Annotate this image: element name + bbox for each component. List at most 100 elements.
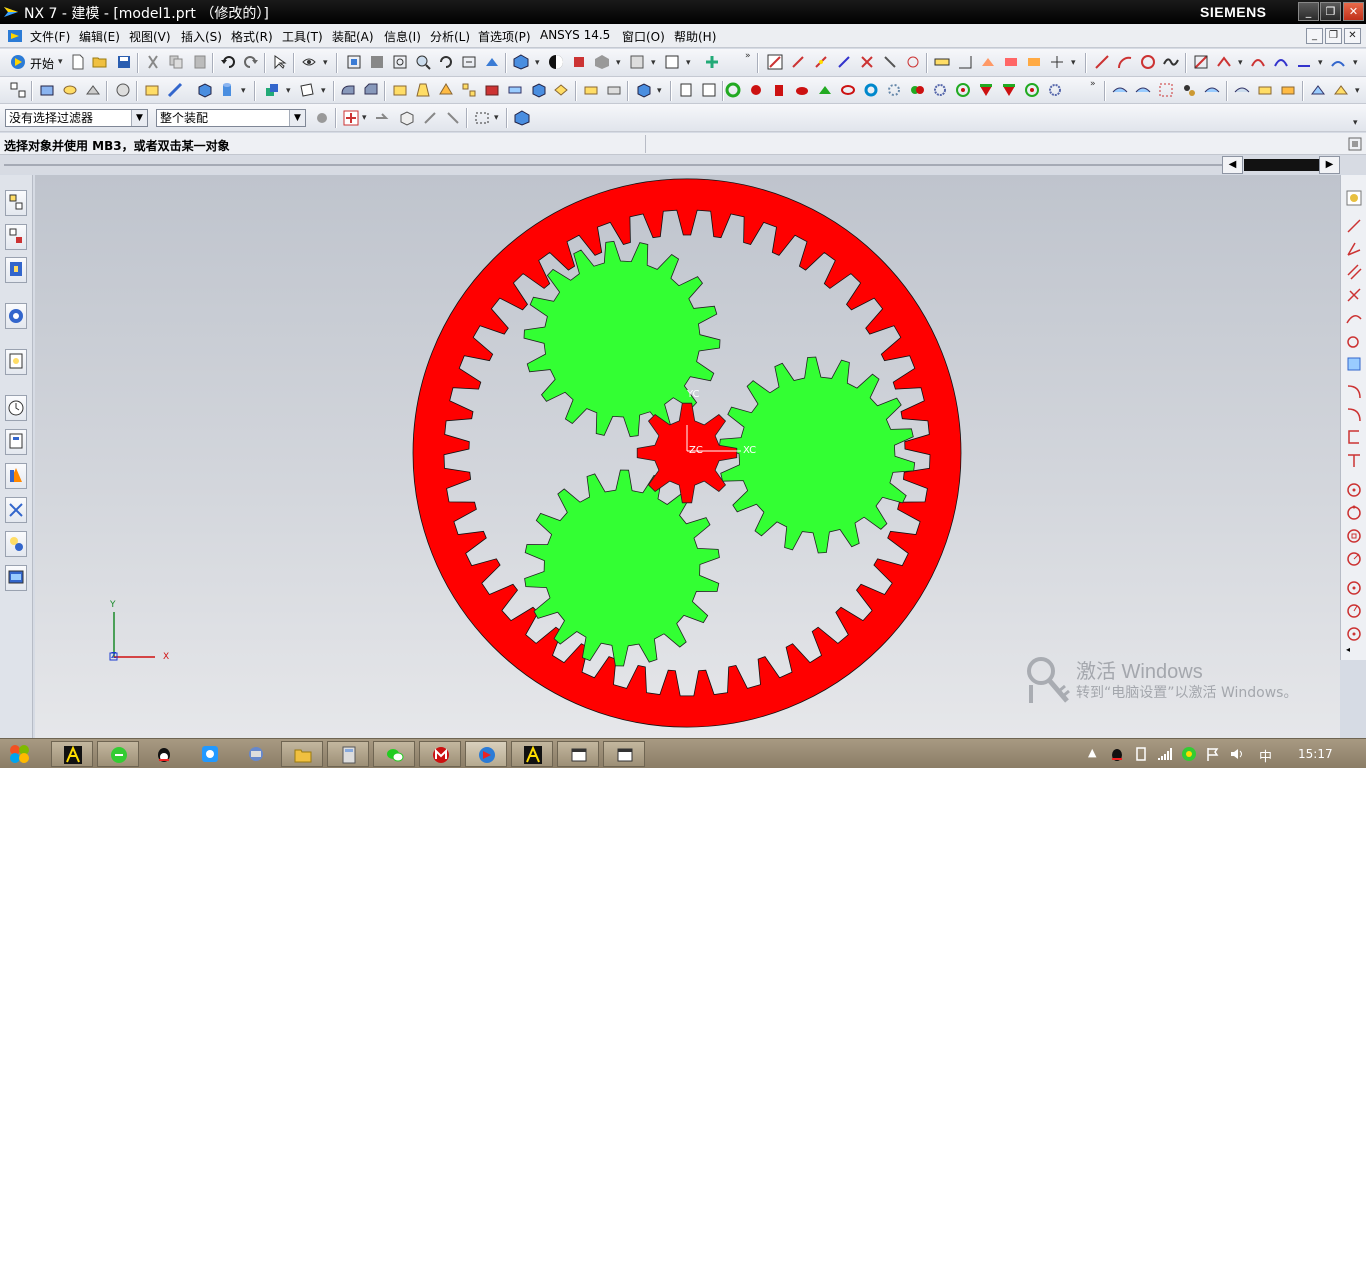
sketch-angle-icon[interactable] xyxy=(1345,240,1363,258)
mesh-surface-icon[interactable] xyxy=(1158,82,1174,98)
menu-view[interactable]: 视图(V) xyxy=(129,28,171,45)
ellipse-icon[interactable] xyxy=(1345,579,1363,597)
boss-icon[interactable] xyxy=(115,82,131,98)
assembly-navigator-icon[interactable] xyxy=(10,82,26,98)
cut-icon[interactable] xyxy=(145,54,161,70)
dropdown-icon[interactable]: ▾ xyxy=(651,58,656,68)
toolbar-more-icon[interactable]: » xyxy=(1090,79,1096,89)
filter-settings-icon[interactable] xyxy=(314,110,330,126)
menu-file[interactable]: 文件(F) xyxy=(30,28,70,45)
taskbar-clock[interactable]: 15:17 xyxy=(1298,747,1333,761)
toolbar-more-icon[interactable]: » xyxy=(745,51,751,61)
system-scenes-tab[interactable] xyxy=(5,531,27,557)
taskbar-nx-button[interactable] xyxy=(465,741,507,767)
bracket-icon[interactable] xyxy=(1345,428,1363,446)
circle-point-icon[interactable] xyxy=(1345,504,1363,522)
scale-body-icon[interactable] xyxy=(606,82,622,98)
menu-insert[interactable]: 插入(S) xyxy=(181,28,222,45)
undo-icon[interactable] xyxy=(220,54,236,70)
network-icon[interactable] xyxy=(247,745,265,763)
sew-icon[interactable] xyxy=(1234,82,1250,98)
swept-icon[interactable] xyxy=(1181,82,1197,98)
synchronous-icon[interactable] xyxy=(635,82,651,98)
equal-length-icon[interactable] xyxy=(1345,332,1363,350)
perspective-icon[interactable] xyxy=(484,54,500,70)
worm-gear-icon[interactable] xyxy=(909,82,925,98)
lock-icon[interactable] xyxy=(1345,189,1363,207)
shaded-cube-icon[interactable] xyxy=(513,54,529,70)
sketch-icon[interactable] xyxy=(1193,54,1209,70)
doc-restore-button[interactable]: ❐ xyxy=(1325,28,1342,44)
gear-mesh-icon[interactable] xyxy=(1024,82,1040,98)
web-browser-tab[interactable] xyxy=(5,349,27,375)
selection-icon[interactable] xyxy=(272,54,288,70)
tray-device-icon[interactable] xyxy=(1133,746,1149,762)
plane-icon[interactable] xyxy=(701,82,717,98)
sketch-line-icon[interactable] xyxy=(1345,217,1363,235)
constraint-navigator-tab[interactable] xyxy=(5,224,27,250)
patch-icon[interactable] xyxy=(1280,82,1296,98)
spring-icon[interactable] xyxy=(840,82,856,98)
sheet-icon[interactable] xyxy=(678,82,694,98)
taskbar-explorer-button[interactable] xyxy=(281,741,323,767)
start-icon[interactable] xyxy=(10,54,26,70)
snap-point-icon[interactable] xyxy=(767,54,783,70)
scroll-thumb[interactable] xyxy=(1244,159,1319,171)
shell-icon[interactable] xyxy=(392,82,408,98)
restore-button[interactable]: ❐ xyxy=(1320,2,1341,21)
select-feature-icon[interactable] xyxy=(422,110,438,126)
corner-icon[interactable] xyxy=(1345,405,1363,423)
hole-icon[interactable] xyxy=(85,82,101,98)
taskbar-wechat-button[interactable] xyxy=(373,741,415,767)
arc-point-icon[interactable] xyxy=(1345,625,1363,643)
view-orient-icon[interactable] xyxy=(301,54,317,70)
through-curves-icon[interactable] xyxy=(1135,82,1151,98)
arc-icon[interactable] xyxy=(1117,54,1133,70)
constraint-stack-icon[interactable] xyxy=(1345,355,1363,373)
gear-template-icon[interactable] xyxy=(1047,82,1063,98)
show-hidden-icons-icon[interactable]: ▲ xyxy=(1088,746,1096,759)
cylinder-icon[interactable] xyxy=(219,82,235,98)
menu-help[interactable]: 帮助(H) xyxy=(674,28,716,45)
block-icon[interactable] xyxy=(196,82,212,98)
endpoint-icon[interactable] xyxy=(790,54,806,70)
dropdown-icon[interactable]: ▾ xyxy=(323,58,328,68)
section-surface-icon[interactable] xyxy=(1204,82,1220,98)
dropdown-icon[interactable]: ▾ xyxy=(1355,86,1360,96)
hidden-edge-icon[interactable] xyxy=(594,54,610,70)
taskbar-ansys2-button[interactable] xyxy=(511,741,553,767)
datum-plane-icon[interactable] xyxy=(299,82,315,98)
tray-360-icon[interactable] xyxy=(1181,746,1197,762)
menu-window[interactable]: 窗口(O) xyxy=(622,28,665,45)
pocket-icon[interactable] xyxy=(144,82,160,98)
baidu-icon[interactable] xyxy=(201,745,219,763)
tangent-icon[interactable] xyxy=(1345,309,1363,327)
menu-ansys[interactable]: ANSYS 14.5 xyxy=(540,28,610,42)
rack-icon[interactable] xyxy=(955,82,971,98)
scroll-right-button[interactable]: ▶ xyxy=(1319,156,1340,174)
tray-qq-icon[interactable] xyxy=(1109,746,1125,762)
control-point-icon[interactable] xyxy=(836,54,852,70)
rectangle-select-icon[interactable] xyxy=(474,110,490,126)
circle-radius-icon[interactable] xyxy=(1345,550,1363,568)
thread-icon[interactable] xyxy=(507,82,523,98)
intersection-icon[interactable] xyxy=(859,54,875,70)
dropdown-icon[interactable]: ▾ xyxy=(1071,58,1076,68)
system-materials-tab[interactable] xyxy=(5,429,27,455)
taskbar-mcafee-button[interactable] xyxy=(419,741,461,767)
copy-icon[interactable] xyxy=(168,54,184,70)
taskbar-ansys-button[interactable] xyxy=(51,741,93,767)
section-icon[interactable] xyxy=(571,54,587,70)
palette-tab[interactable] xyxy=(5,565,27,591)
zoom-in-out-icon[interactable] xyxy=(415,54,431,70)
menu-preferences[interactable]: 首选项(P) xyxy=(478,28,531,45)
dropdown-icon[interactable]: ▾ xyxy=(321,86,326,96)
doc-close-button[interactable]: ✕ xyxy=(1344,28,1361,44)
dropdown-icon[interactable]: ▾ xyxy=(286,86,291,96)
assembly-navigator-tab[interactable] xyxy=(5,190,27,216)
spline-icon[interactable] xyxy=(1163,54,1179,70)
minimize-button[interactable]: _ xyxy=(1298,2,1319,21)
zoom-icon[interactable] xyxy=(392,54,408,70)
gear-train-icon[interactable] xyxy=(978,82,994,98)
start-button[interactable]: 开始 xyxy=(30,55,54,72)
